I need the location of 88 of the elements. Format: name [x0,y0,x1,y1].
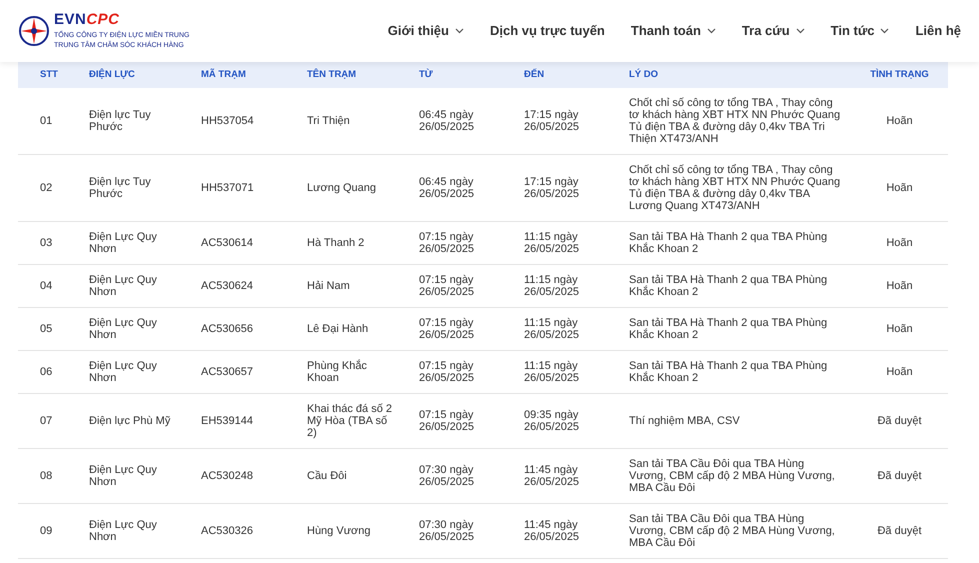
table-cell: Điện Lực Quy Nhơn [89,222,201,264]
table-cell: Hà Thanh 2 [307,222,419,264]
table-cell: 11:15 ngày 26/05/2025 [524,308,629,350]
nav-link[interactable]: Dịch vụ trực tuyến [490,21,605,41]
column-header: TỪ [419,62,524,88]
table-cell: Điện Lực Quy Nhơn [89,264,201,308]
table-cell: 11:45 ngày 26/05/2025 [524,448,629,504]
table-cell: Cầu Đôi [307,448,419,504]
table-cell: Hoãn [851,308,948,350]
column-header: MÃ TRẠM [201,62,307,88]
column-header: ĐIỆN LỰC [89,62,201,88]
table-cell: Chốt chỉ số công tơ tổng TBA , Thay công tơ khách hàng XBT HTX NN Phước Quang Tủ điện TBA & đường dây 0,4kv TBA Tri Thiện XT473/ANH [629,88,851,154]
table-cell: Điện Lực Quy Nhơn [89,350,201,394]
table-cell: San tải TBA Hà Thanh 2 qua TBA Phùng Khắc Khoan 2 [629,264,851,308]
table-cell: 08 [18,448,89,504]
table-cell: 07:30 ngày 26/05/2025 [419,448,524,504]
table-cell: 01 [18,88,89,154]
table-cell: AC530624 [201,264,307,308]
table-cell: 04 [18,264,89,308]
table-cell: Điện Lực Quy Nhơn [89,308,201,350]
table-cell: AC530248 [201,448,307,504]
table-cell: Chốt chỉ số công tơ tổng TBA , Thay công tơ khách hàng XBT HTX NN Phước Quang Tủ điện TBA & đường dây 0,4kv TBA Lương Quang XT473/ANH [629,154,851,222]
table-cell: 06 [18,350,89,394]
table-cell: 17:15 ngày 26/05/2025 [524,154,629,222]
table-cell: AC530614 [201,222,307,264]
table-cell: HH537054 [201,88,307,154]
table-cell: 07:15 ngày 26/05/2025 [419,264,524,308]
column-header: ĐẾN [524,62,629,88]
table-cell: 02 [18,154,89,222]
table-cell: San tải TBA Cầu Đôi qua TBA Hùng Vương, CBM cấp độ 2 MBA Hùng Vương, MBA Cầu Đôi [629,504,851,558]
table-cell: 06:45 ngày 26/05/2025 [419,88,524,154]
table-cell: 09:35 ngày 26/05/2025 [524,394,629,448]
table-cell: EH539144 [201,394,307,448]
table-cell: Phùng Khắc Khoan [307,350,419,394]
column-header: TÌNH TRẠNG [851,62,948,88]
nav-link[interactable]: Giới thiệu [388,21,464,41]
nav-link[interactable]: Tin tức [830,21,890,41]
table-cell: 11:15 ngày 26/05/2025 [524,222,629,264]
table-cell: HH537071 [201,154,307,222]
table-cell: 11:45 ngày 26/05/2025 [524,504,629,558]
table-cell: 11:15 ngày 26/05/2025 [524,350,629,394]
table-cell: 03 [18,222,89,264]
table-cell: 07:15 ngày 26/05/2025 [419,350,524,394]
table-cell: 11:15 ngày 26/05/2025 [524,264,629,308]
table-cell: Đã duyệt [851,448,948,504]
table-cell: Lê Đại Hành [307,308,419,350]
table-cell: Hoãn [851,88,948,154]
table-cell: 07:15 ngày 26/05/2025 [419,394,524,448]
table-cell: Hải Nam [307,264,419,308]
column-header: TÊN TRẠM [307,62,419,88]
nav-link[interactable]: Thanh toán [630,21,716,41]
logo-text: EVNCPC [54,12,121,26]
table-cell: AC530657 [201,350,307,394]
table-cell: Lương Quang [307,154,419,222]
table-cell: San tải TBA Hà Thanh 2 qua TBA Phùng Khắc Khoan 2 [629,222,851,264]
table-cell: Hoãn [851,154,948,222]
table-cell: Đã duyệt [851,504,948,558]
column-header: STT [18,62,89,88]
table-cell: Điện lực Phù Mỹ [89,394,201,448]
table-cell: 07:15 ngày 26/05/2025 [419,308,524,350]
table-cell: Điện lực Tuy Phước [89,88,201,154]
table-cell: Thí nghiệm MBA, CSV [629,394,851,448]
table-cell: San tải TBA Hà Thanh 2 qua TBA Phùng Khắc Khoan 2 [629,350,851,394]
logo-icon [18,15,50,47]
table-cell: 07:30 ngày 26/05/2025 [419,504,524,558]
table-cell: Hoãn [851,222,948,264]
table-cell: Hoãn [851,350,948,394]
table-cell: San tải TBA Hà Thanh 2 qua TBA Phùng Khắc Khoan 2 [629,308,851,350]
column-header: LÝ DO [629,62,851,88]
table-cell: 07 [18,394,89,448]
table-cell: Hoãn [851,264,948,308]
table-cell: San tải TBA Cầu Đôi qua TBA Hùng Vương, CBM cấp độ 2 MBA Hùng Vương, MBA Cầu Đôi [629,448,851,504]
table-cell: 07:15 ngày 26/05/2025 [419,222,524,264]
table-cell: 06:45 ngày 26/05/2025 [419,154,524,222]
table-cell: AC530326 [201,504,307,558]
nav-link[interactable]: Tra cứu [742,21,805,41]
table-cell: Hùng Vương [307,504,419,558]
table-cell: 17:15 ngày 26/05/2025 [524,88,629,154]
table-cell: Điện lực Tuy Phước [89,154,201,222]
table-cell: Điện Lực Quy Nhơn [89,448,201,504]
table-cell: Đã duyệt [851,394,948,448]
table-cell: 05 [18,308,89,350]
table-cell: Tri Thiện [307,88,419,154]
table-cell: AC530656 [201,308,307,350]
table-cell: Điện Lực Quy Nhơn [89,504,201,558]
table-cell: 09 [18,504,89,558]
nav-link[interactable]: Liên hệ [915,21,961,41]
table-cell: Khai thác đá số 2 Mỹ Hòa (TBA số 2) [307,394,419,448]
